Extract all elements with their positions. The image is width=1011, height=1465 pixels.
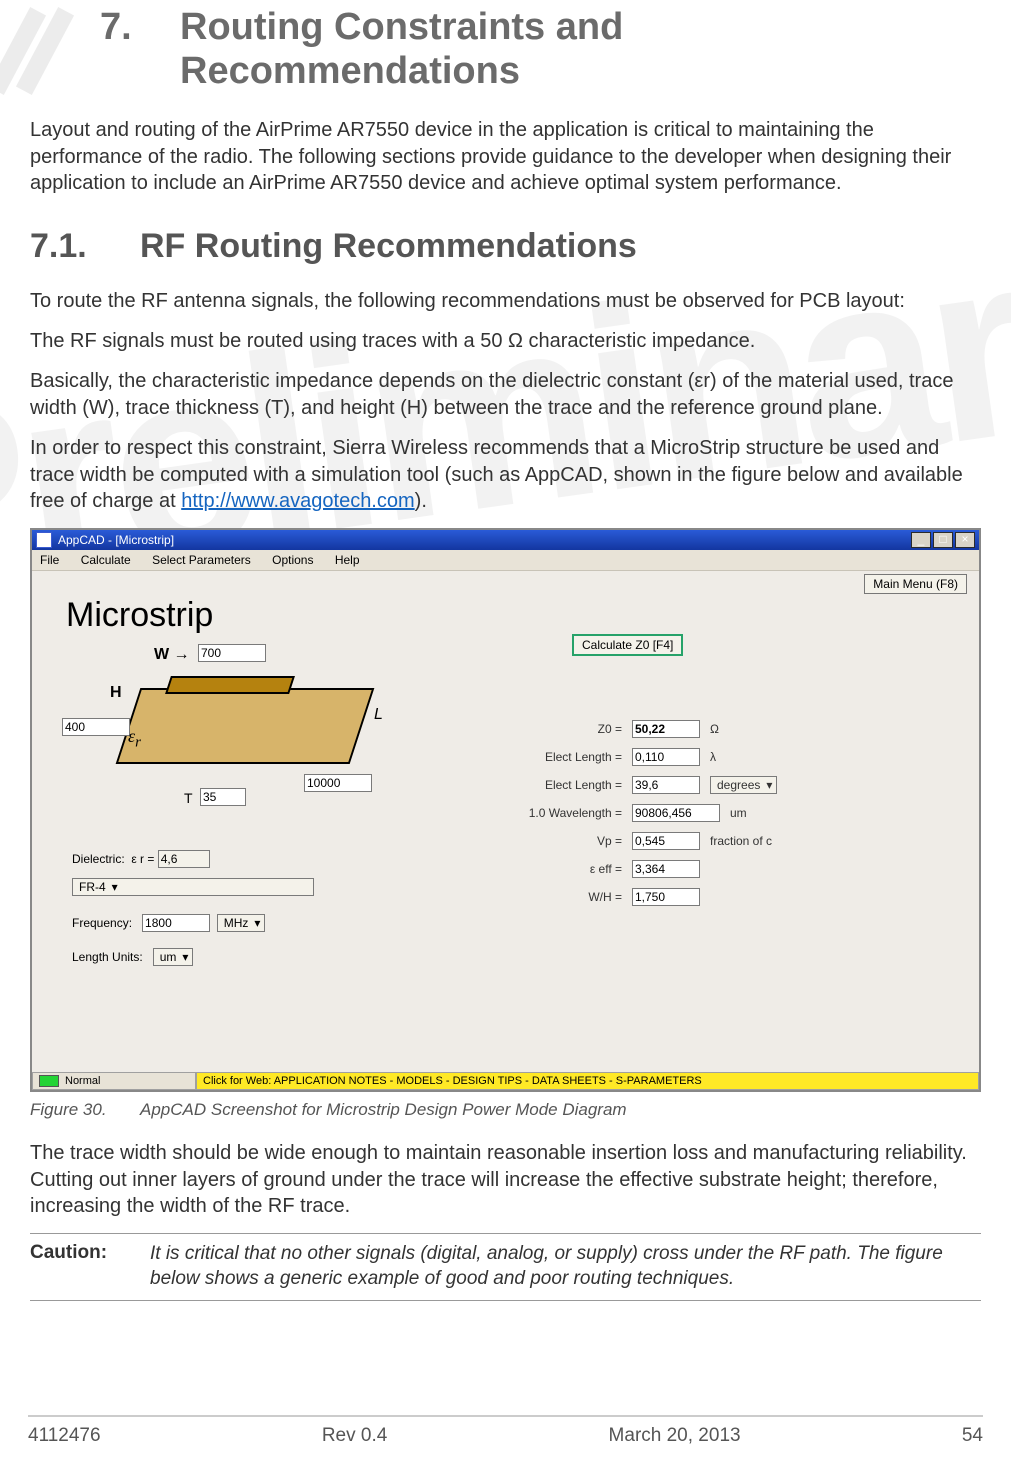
footer-doc-id: 4112476: [28, 1425, 101, 1447]
footer-revision: Rev 0.4: [322, 1425, 387, 1447]
z0-label: Z0 =: [492, 722, 622, 736]
label-w: W →: [154, 646, 190, 664]
elect-length-1-unit: λ: [710, 750, 716, 764]
elect-length-1-label: Elect Length =: [492, 750, 622, 764]
results-column: Z0 = Ω Elect Length = λ Elect Length = degr…: [492, 710, 872, 916]
input-frequency[interactable]: [142, 914, 210, 932]
paragraph-4: In order to respect this constraint, Sie…: [30, 435, 981, 514]
calculate-z0-button[interactable]: Calculate Z0 [F4]: [572, 634, 683, 656]
caution-label: Caution:: [30, 1242, 150, 1291]
section-number: 7.1.: [30, 227, 140, 266]
figure-number: Figure 30.: [30, 1100, 140, 1120]
dielectric-label: Dielectric:: [72, 852, 125, 866]
paragraph-5: The trace width should be wide enough to…: [30, 1140, 981, 1219]
microstrip-title: Microstrip: [66, 596, 213, 635]
output-vp: [632, 832, 700, 850]
eeff-label: ε eff =: [492, 862, 622, 876]
label-epsilon-r: εr: [128, 726, 141, 752]
paragraph-4-tail: ).: [415, 490, 427, 512]
chapter-number: 7.: [100, 6, 180, 50]
menu-file[interactable]: File: [40, 553, 59, 567]
close-icon[interactable]: ×: [955, 532, 975, 548]
paragraph-4-text: In order to respect this constraint, Sie…: [30, 437, 963, 512]
er-label: ε r =: [131, 852, 154, 866]
menu-select-parameters[interactable]: Select Parameters: [152, 553, 251, 567]
status-web-link[interactable]: Click for Web: APPLICATION NOTES - MODEL…: [196, 1072, 979, 1090]
input-h[interactable]: [62, 718, 130, 736]
output-eeff: [632, 860, 700, 878]
menu-help[interactable]: Help: [335, 553, 360, 567]
footer-date: March 20, 2013: [609, 1425, 741, 1447]
input-w[interactable]: [198, 644, 266, 662]
figure-caption: Figure 30.AppCAD Screenshot for Microstr…: [30, 1100, 981, 1120]
wh-label: W/H =: [492, 890, 622, 904]
intro-paragraph: Layout and routing of the AirPrime AR755…: [30, 117, 981, 196]
trace-shape: [165, 676, 295, 694]
caution-block: Caution: It is critical that no other si…: [30, 1233, 981, 1300]
degrees-dropdown[interactable]: degrees: [710, 776, 777, 794]
output-wavelength: [632, 804, 720, 822]
substrate-shape: [116, 688, 375, 764]
vp-unit: fraction of c: [710, 834, 772, 848]
input-t[interactable]: [200, 788, 246, 806]
section-7-1-heading: 7.1.RF Routing Recommendations: [30, 227, 981, 266]
chapter-heading: 7. Routing Constraints and Recommendatio…: [100, 6, 981, 93]
menu-options[interactable]: Options: [272, 553, 313, 567]
output-elect-length-2: [632, 776, 700, 794]
maximize-icon[interactable]: □: [933, 532, 953, 548]
z0-unit: Ω: [710, 722, 719, 736]
minimize-icon[interactable]: _: [911, 532, 931, 548]
paragraph-2: The RF signals must be routed using trac…: [30, 328, 981, 354]
avagotech-link[interactable]: http://www.avagotech.com: [181, 490, 414, 512]
wavelength-unit: um: [730, 806, 747, 820]
status-normal: Normal: [32, 1072, 196, 1090]
input-er: [158, 850, 210, 868]
appcad-screenshot: AppCAD - [Microstrip] _□× File Calculate…: [30, 528, 981, 1092]
window-title: AppCAD - [Microstrip]: [58, 533, 174, 547]
microstrip-diagram: W → H εr L T: [58, 640, 468, 810]
menu-bar: File Calculate Select Parameters Options…: [32, 550, 979, 571]
input-l[interactable]: [304, 774, 372, 792]
main-menu-button[interactable]: Main Menu (F8): [864, 574, 967, 594]
page-footer: 4112476 Rev 0.4 March 20, 2013 54: [0, 1415, 1011, 1447]
elect-length-2-label: Elect Length =: [492, 778, 622, 792]
frequency-label: Frequency:: [72, 916, 132, 930]
output-z0: [632, 720, 700, 738]
paragraph-3: Basically, the characteristic impedance …: [30, 368, 981, 421]
length-units-dropdown[interactable]: um: [153, 948, 194, 966]
app-icon: [36, 532, 52, 548]
output-wh: [632, 888, 700, 906]
vp-label: Vp =: [492, 834, 622, 848]
caution-text: It is critical that no other signals (di…: [150, 1242, 981, 1291]
figure-caption-text: AppCAD Screenshot for Microstrip Design …: [140, 1100, 627, 1119]
output-elect-length-1: [632, 748, 700, 766]
chapter-title-line1: Routing Constraints and: [180, 6, 623, 50]
label-h: H: [110, 684, 122, 702]
frequency-unit-dropdown[interactable]: MHz: [217, 914, 266, 932]
window-titlebar: AppCAD - [Microstrip] _□×: [32, 530, 979, 550]
label-t: T: [184, 790, 193, 806]
menu-calculate[interactable]: Calculate: [81, 553, 131, 567]
section-title: RF Routing Recommendations: [140, 227, 637, 265]
status-bar: Normal Click for Web: APPLICATION NOTES …: [32, 1072, 979, 1090]
footer-page-number: 54: [962, 1425, 983, 1447]
label-l: L: [374, 706, 383, 724]
length-units-label: Length Units:: [72, 950, 143, 964]
wavelength-label: 1.0 Wavelength =: [492, 806, 622, 820]
dielectric-dropdown[interactable]: FR-4: [72, 878, 314, 896]
chapter-title-line2: Recommendations: [180, 50, 520, 94]
paragraph-1: To route the RF antenna signals, the fol…: [30, 288, 981, 314]
